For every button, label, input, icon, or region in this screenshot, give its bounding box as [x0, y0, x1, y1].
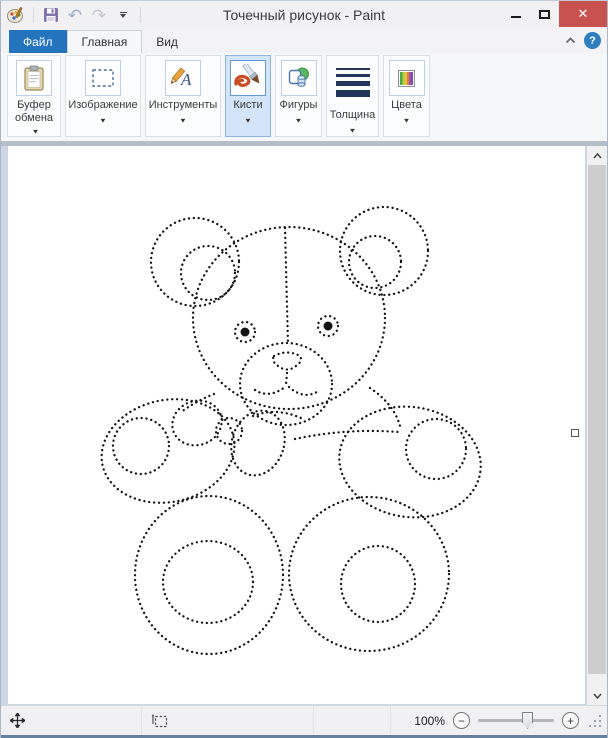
group-label: Буфер обмена▼: [8, 99, 60, 138]
group-label: Инструменты▼: [147, 99, 220, 127]
group-brushes[interactable]: Кисти▼: [225, 55, 271, 137]
cursor-position-icon: [10, 713, 25, 728]
zoom-controls: 100% − +: [414, 712, 607, 729]
ribbon: Буфер обмена▼ Изображение▼ A: [1, 53, 607, 141]
window-resize-grip[interactable]: [589, 715, 601, 727]
zoom-slider[interactable]: [478, 712, 554, 729]
clipboard-icon: [16, 60, 52, 96]
teddy-bear-drawing: [8, 146, 585, 704]
title-bar: Точечный рисунок - Paint: [1, 1, 607, 29]
redo-button[interactable]: ↷: [89, 5, 109, 25]
undo-icon: ↶: [68, 7, 82, 24]
divider: [140, 7, 141, 23]
chevron-down-icon: ▼: [280, 115, 318, 125]
chevron-down-icon: ▼: [149, 115, 218, 125]
zoom-in-button[interactable]: +: [562, 712, 579, 729]
minimize-icon: [511, 16, 521, 18]
tab-file[interactable]: Файл: [9, 30, 67, 53]
selection-size-cell: [142, 706, 314, 735]
ribbon-tab-strip: Файл Главная Вид ?: [1, 29, 607, 53]
brush-icon: [230, 60, 266, 96]
chevron-down-icon: [120, 12, 127, 18]
undo-button[interactable]: ↶: [65, 5, 85, 25]
close-button[interactable]: ✕: [559, 1, 607, 27]
canvas-resize-handle[interactable]: [571, 429, 579, 437]
quick-access-toolbar: ↶ ↷: [1, 5, 144, 25]
divider: [33, 7, 34, 23]
zoom-slider-thumb[interactable]: [522, 712, 533, 729]
group-shapes[interactable]: Фигуры▼: [275, 55, 322, 137]
maximize-icon: [539, 10, 550, 19]
paint-window: Точечный рисунок - Paint: [0, 0, 608, 738]
close-icon: ✕: [578, 6, 589, 22]
selection-size-icon: [151, 713, 168, 728]
chevron-down-icon: ▼: [391, 115, 422, 125]
zoom-level: 100%: [414, 714, 445, 728]
minus-icon: −: [458, 715, 465, 727]
maximize-button[interactable]: [530, 1, 559, 27]
palette-icon: [389, 60, 425, 96]
cursor-position-cell: [1, 706, 142, 735]
tab-view[interactable]: Вид: [142, 30, 192, 53]
help-button[interactable]: ?: [584, 32, 601, 49]
ribbon-controls: ?: [564, 32, 601, 49]
chevron-down-icon: ▼: [233, 115, 262, 125]
help-icon: ?: [589, 35, 596, 47]
group-image[interactable]: Изображение▼: [65, 55, 141, 137]
shapes-icon: [281, 60, 317, 96]
group-colors[interactable]: Цвета▼: [383, 55, 430, 137]
scroll-down-button[interactable]: [587, 686, 607, 705]
group-line-width[interactable]: Толщина▼: [326, 55, 379, 137]
chevron-up-icon: [593, 153, 602, 159]
save-button[interactable]: [41, 5, 61, 25]
group-label: Кисти▼: [231, 99, 264, 127]
chevron-down-icon: ▼: [32, 126, 40, 136]
work-area: [1, 141, 607, 705]
status-bar: 100% − +: [1, 705, 607, 735]
group-tools[interactable]: A Инструменты▼: [145, 55, 221, 137]
tab-home[interactable]: Главная: [67, 30, 143, 53]
chevron-down-icon: ▼: [68, 115, 137, 125]
scroll-up-button[interactable]: [587, 146, 607, 165]
scrollbar-thumb[interactable]: [588, 165, 606, 674]
line-width-icon: [336, 68, 370, 97]
customize-qat-button[interactable]: [113, 5, 133, 25]
collapse-ribbon-button[interactable]: [564, 37, 576, 45]
chevron-up-icon: [565, 37, 576, 44]
tools-icon: A: [165, 60, 201, 96]
selection-icon: [85, 60, 121, 96]
drawing-canvas[interactable]: [8, 146, 585, 704]
window-controls: ✕: [501, 1, 607, 29]
group-label: Цвета▼: [389, 99, 424, 127]
plus-icon: +: [567, 715, 574, 727]
image-size-cell: [314, 706, 391, 735]
zoom-slider-track: [478, 719, 554, 722]
vertical-scrollbar[interactable]: [587, 146, 607, 705]
save-icon: [43, 7, 59, 23]
group-clipboard[interactable]: Буфер обмена▼: [7, 55, 61, 137]
chevron-down-icon: [593, 693, 602, 699]
chevron-down-icon: ▼: [330, 125, 376, 135]
zoom-out-button[interactable]: −: [453, 712, 470, 729]
group-label: Фигуры▼: [278, 99, 320, 127]
minimize-button[interactable]: [501, 1, 530, 27]
group-label: Изображение▼: [66, 99, 139, 127]
redo-icon: ↷: [92, 7, 106, 24]
paint-logo-icon: [6, 5, 26, 25]
group-label: Толщина▼: [328, 109, 378, 137]
